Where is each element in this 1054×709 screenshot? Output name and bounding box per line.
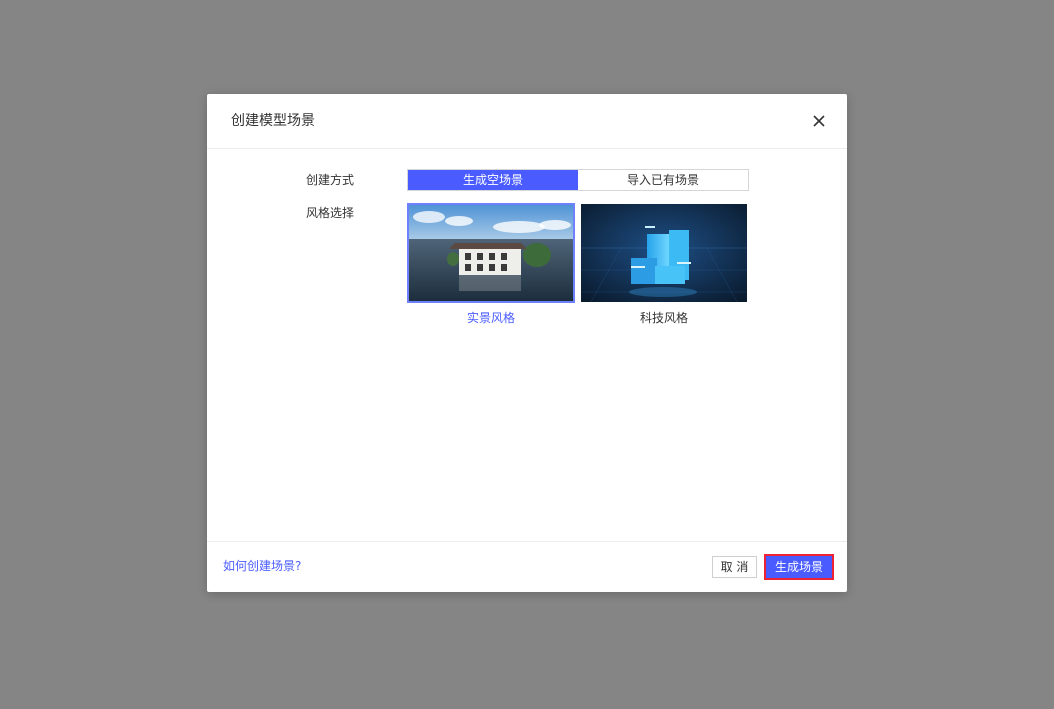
help-link[interactable]: 如何创建场景?: [223, 558, 301, 574]
method-segmented-control: 生成空场景 导入已有场景: [407, 169, 749, 191]
dialog-title: 创建模型场景: [231, 113, 315, 129]
method-option-empty-scene[interactable]: 生成空场景: [408, 170, 578, 190]
close-icon: [813, 115, 825, 127]
style-caption-tech[interactable]: 科技风格: [581, 310, 747, 326]
style-card-tech[interactable]: [581, 204, 747, 302]
cancel-button[interactable]: 取 消: [712, 556, 757, 578]
close-button[interactable]: [809, 111, 829, 131]
style-caption-realistic[interactable]: 实景风格: [407, 310, 575, 326]
style-label: 风格选择: [306, 206, 355, 220]
generate-scene-button[interactable]: 生成场景: [764, 554, 834, 580]
dialog-header: 创建模型场景: [207, 94, 847, 149]
realistic-scene-thumbnail: [409, 205, 573, 301]
create-scene-dialog: 创建模型场景 创建方式 生成空场景 导入已有场景 风格选择 实景风格 科技风格 …: [207, 94, 847, 592]
dialog-footer: 如何创建场景? 取 消 生成场景: [207, 541, 847, 593]
method-option-import-scene[interactable]: 导入已有场景: [578, 170, 748, 190]
tech-scene-thumbnail: [581, 204, 747, 302]
style-card-realistic[interactable]: [407, 203, 575, 303]
method-label: 创建方式: [306, 173, 355, 187]
